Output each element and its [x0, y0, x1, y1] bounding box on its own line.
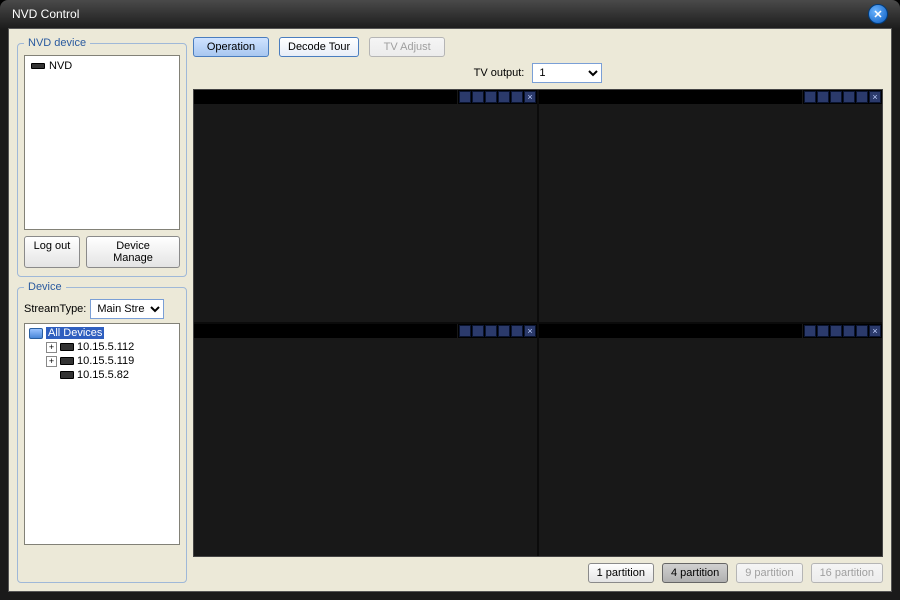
video-tool-button[interactable] — [472, 91, 484, 103]
expand-icon[interactable]: + — [46, 356, 57, 367]
stream-type-label: StreamType: — [24, 303, 86, 315]
video-tool-button[interactable] — [817, 325, 829, 337]
camera-icon — [60, 357, 74, 365]
titlebar: NVD Control ✕ — [0, 0, 900, 28]
decode-tour-button[interactable]: Decode Tour — [279, 37, 359, 57]
video-label-bar — [539, 90, 802, 104]
close-icon: ✕ — [873, 8, 882, 21]
video-cell-4[interactable]: × — [539, 324, 882, 556]
video-cell-toolbar: × — [803, 324, 882, 338]
nvd-device-list[interactable]: NVD — [24, 55, 180, 230]
video-tool-button[interactable] — [804, 325, 816, 337]
camera-icon — [60, 371, 74, 379]
video-close-button[interactable]: × — [524, 91, 536, 103]
left-panel: NVD device NVD Log out Device Manage Dev… — [17, 37, 187, 583]
video-tool-button[interactable] — [511, 325, 523, 337]
video-tool-button[interactable] — [856, 91, 868, 103]
partition-16-button: 16 partition — [811, 563, 883, 583]
video-cell-2[interactable]: × — [539, 90, 882, 322]
tree-item-label: 10.15.5.112 — [77, 341, 134, 353]
tree-item[interactable]: + 10.15.5.112 — [27, 340, 177, 354]
partition-4-button[interactable]: 4 partition — [662, 563, 728, 583]
video-label-bar — [194, 90, 457, 104]
video-tool-button[interactable] — [817, 91, 829, 103]
video-label-bar — [539, 324, 802, 338]
logout-button[interactable]: Log out — [24, 236, 80, 268]
stream-type-row: StreamType: Main Stream — [24, 299, 180, 319]
video-tool-button[interactable] — [485, 325, 497, 337]
expand-icon[interactable]: + — [46, 342, 57, 353]
operation-button[interactable]: Operation — [193, 37, 269, 57]
video-cell-1[interactable]: × — [194, 90, 537, 322]
partition-button-row: 1 partition 4 partition 9 partition 16 p… — [193, 561, 883, 583]
video-cell-toolbar: × — [458, 324, 537, 338]
video-tool-button[interactable] — [498, 325, 510, 337]
expand-spacer — [46, 370, 57, 381]
tree-item-label: 10.15.5.119 — [77, 355, 134, 367]
tv-output-select[interactable]: 1 — [532, 63, 602, 83]
tree-root-all-devices[interactable]: All Devices — [27, 326, 177, 340]
device-icon — [31, 63, 45, 69]
nvd-device-legend: NVD device — [24, 37, 90, 49]
device-manage-button[interactable]: Device Manage — [86, 236, 180, 268]
camera-icon — [60, 343, 74, 351]
video-tool-button[interactable] — [459, 91, 471, 103]
partition-9-button: 9 partition — [736, 563, 802, 583]
video-cell-toolbar: × — [458, 90, 537, 104]
tv-output-label: TV output: — [474, 67, 525, 79]
window-title: NVD Control — [12, 7, 79, 21]
video-grid: × × — [193, 89, 883, 557]
nvd-device-item[interactable]: NVD — [27, 58, 177, 74]
video-label-bar — [194, 324, 457, 338]
right-panel: Operation Decode Tour TV Adjust TV outpu… — [193, 37, 883, 583]
video-tool-button[interactable] — [472, 325, 484, 337]
nvd-device-label: NVD — [49, 60, 72, 72]
video-tool-button[interactable] — [511, 91, 523, 103]
video-tool-button[interactable] — [804, 91, 816, 103]
tv-output-row: TV output: 1 — [193, 61, 883, 85]
nvd-device-group: NVD device NVD Log out Device Manage — [17, 37, 187, 277]
stream-type-select[interactable]: Main Stream — [90, 299, 164, 319]
video-close-button[interactable]: × — [869, 325, 881, 337]
mode-button-row: Operation Decode Tour TV Adjust — [193, 37, 883, 57]
nvd-button-row: Log out Device Manage — [24, 236, 180, 268]
tree-item[interactable]: + 10.15.5.119 — [27, 354, 177, 368]
video-tool-button[interactable] — [485, 91, 497, 103]
devices-root-icon — [29, 328, 43, 339]
video-cell-toolbar: × — [803, 90, 882, 104]
video-cell-3[interactable]: × — [194, 324, 537, 556]
client-area: NVD device NVD Log out Device Manage Dev… — [8, 28, 892, 592]
close-button[interactable]: ✕ — [868, 4, 888, 24]
video-tool-button[interactable] — [843, 325, 855, 337]
window-frame: NVD Control ✕ NVD device NVD Log out Dev… — [0, 0, 900, 600]
device-group: Device StreamType: Main Stream All Devic… — [17, 281, 187, 583]
tree-root-label: All Devices — [46, 327, 104, 339]
video-tool-button[interactable] — [830, 325, 842, 337]
device-tree[interactable]: All Devices + 10.15.5.112 + 10.15.5.119 — [24, 323, 180, 545]
video-tool-button[interactable] — [459, 325, 471, 337]
partition-1-button[interactable]: 1 partition — [588, 563, 654, 583]
video-close-button[interactable]: × — [524, 325, 536, 337]
video-tool-button[interactable] — [830, 91, 842, 103]
video-tool-button[interactable] — [498, 91, 510, 103]
device-legend: Device — [24, 281, 66, 293]
video-tool-button[interactable] — [856, 325, 868, 337]
video-tool-button[interactable] — [843, 91, 855, 103]
video-close-button[interactable]: × — [869, 91, 881, 103]
tv-adjust-button: TV Adjust — [369, 37, 445, 57]
tree-item-label: 10.15.5.82 — [77, 369, 129, 381]
tree-item[interactable]: 10.15.5.82 — [27, 368, 177, 382]
